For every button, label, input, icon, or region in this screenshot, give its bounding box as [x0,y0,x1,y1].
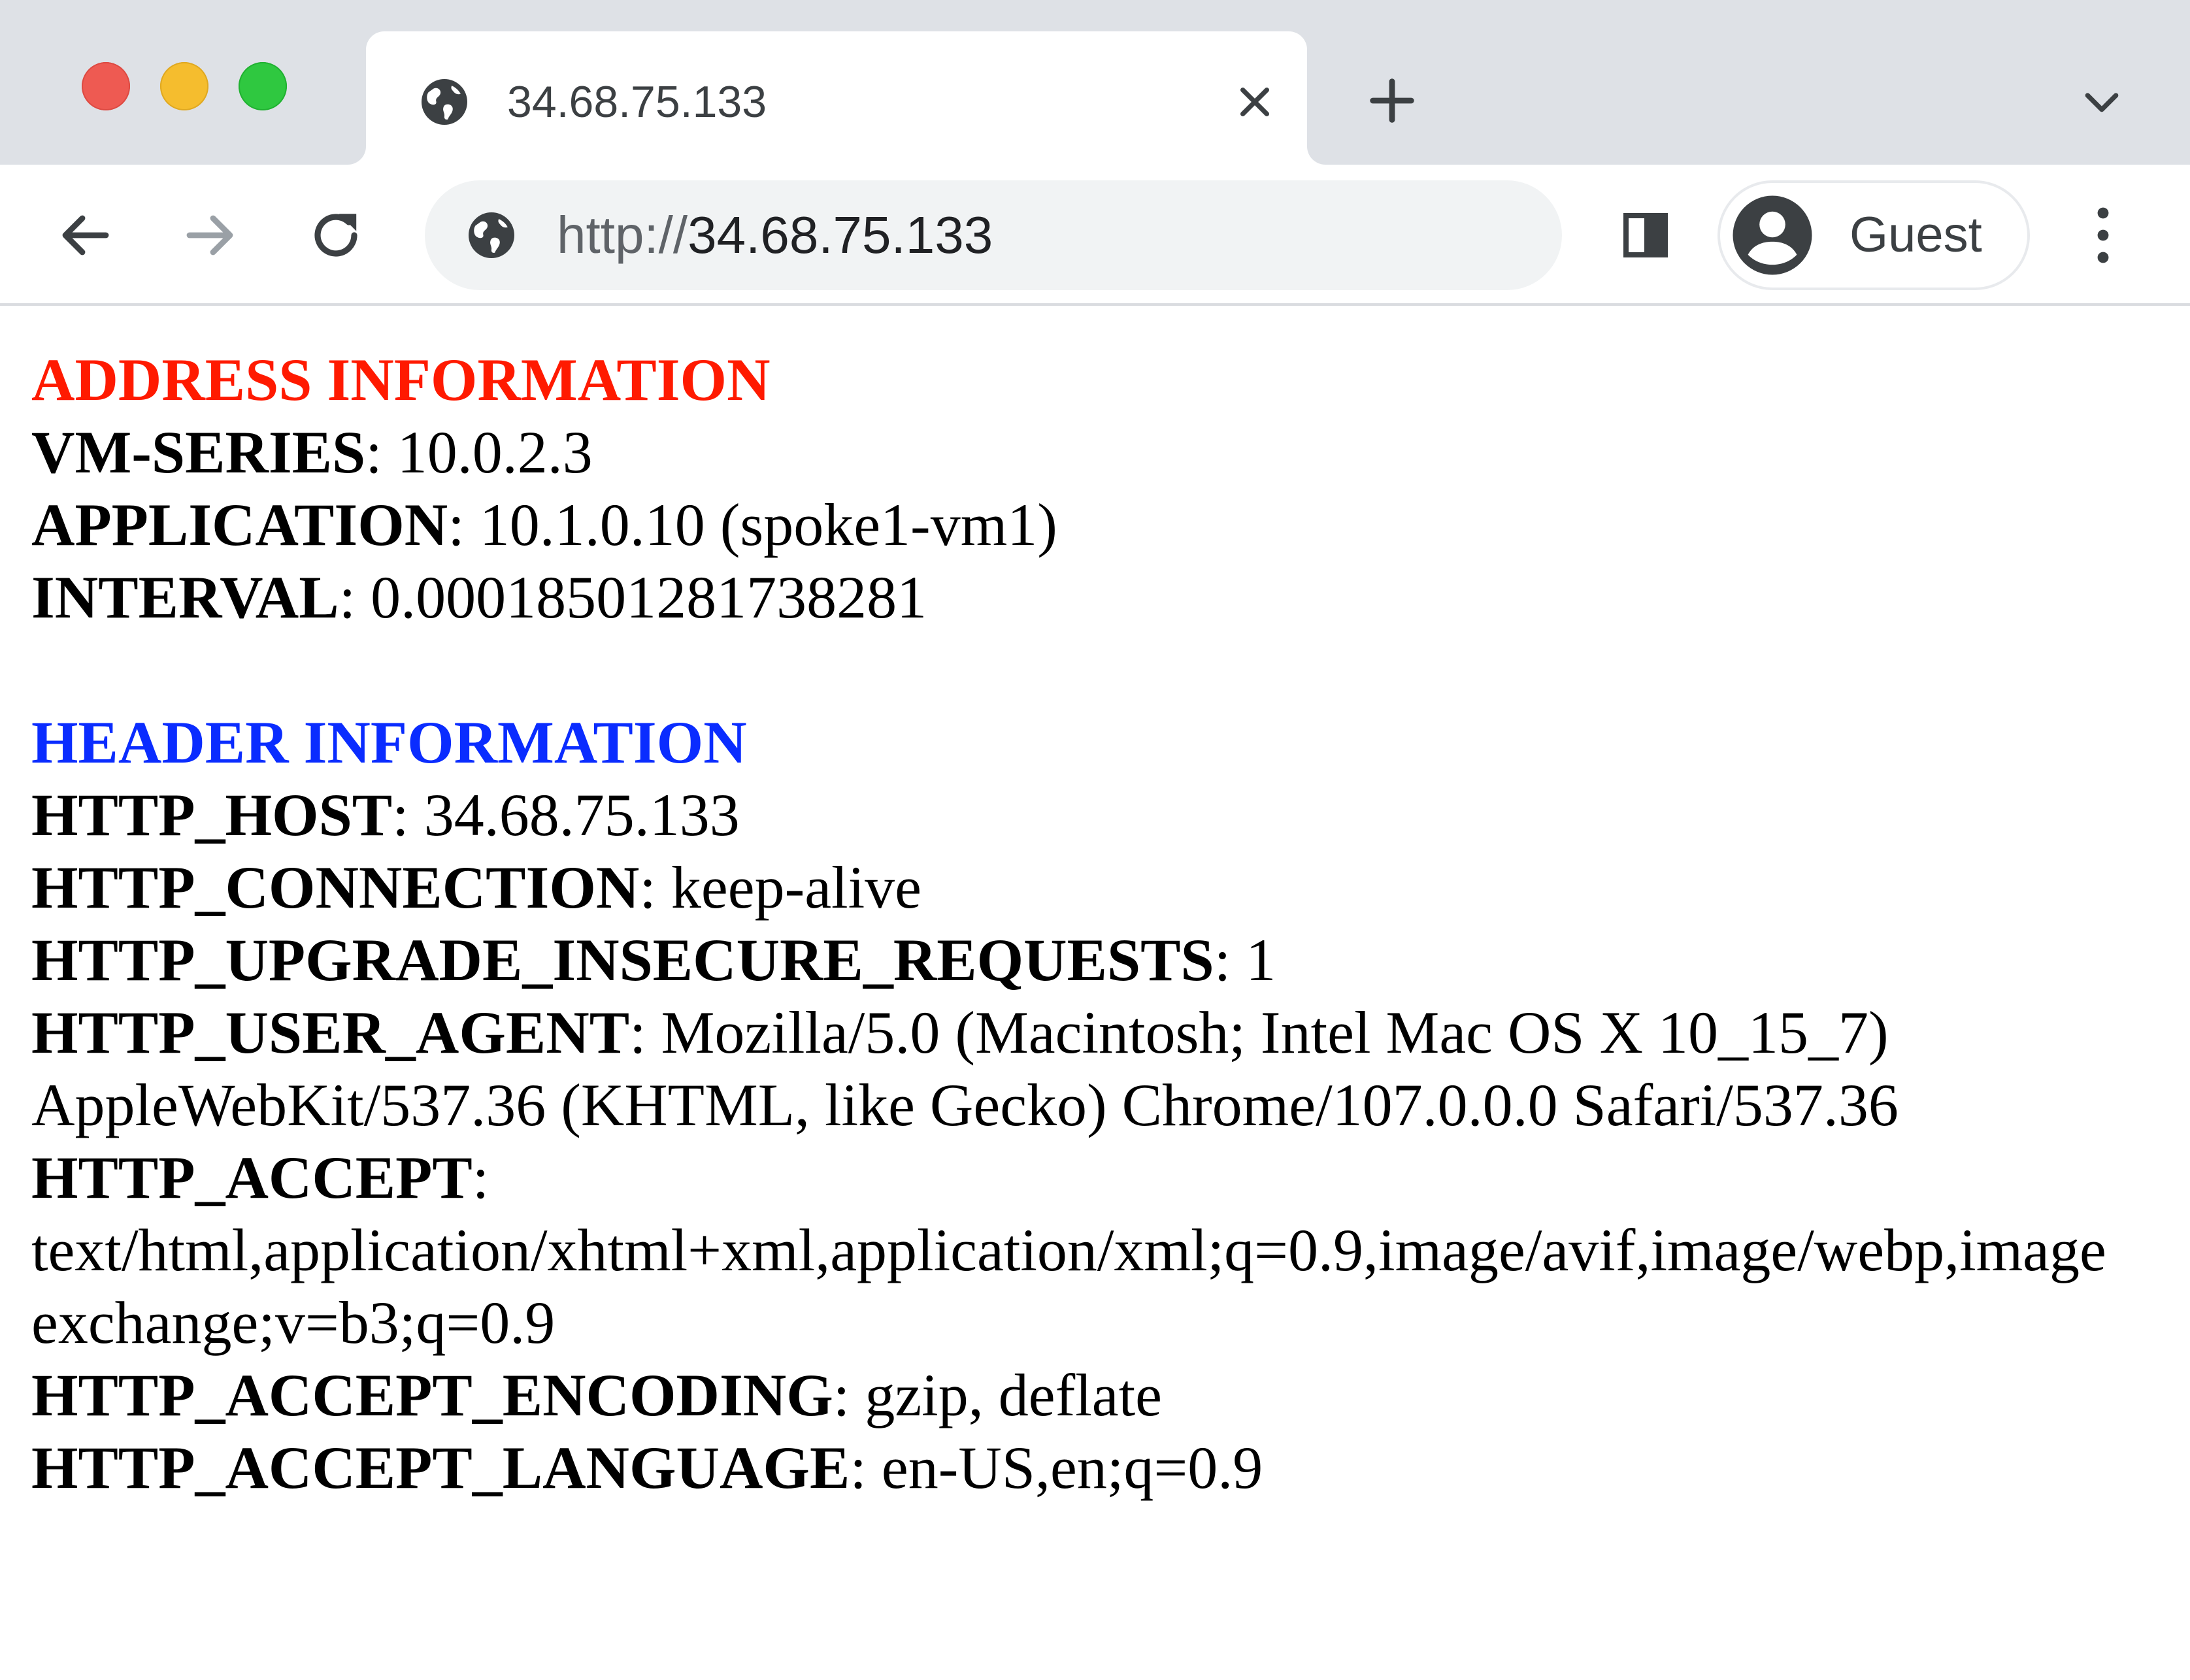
interval-key: INTERVAL [31,564,339,631]
http-accept-value: : [472,1144,489,1211]
http-user-agent-continuation: AppleWebKit/537.36 (KHTML, like Gecko) C… [31,1072,1899,1138]
application-value: : 10.1.0.10 (spoke1-vm1) [448,491,1057,558]
http-accept-encoding-value: : gzip, deflate [833,1362,1162,1428]
vm-series-key: VM-SERIES [31,419,366,486]
browser-window: 34.68.75.133 http://34.68.75.133 Guest A… [0,0,2190,1680]
more-vert-icon[interactable] [2072,200,2134,271]
http-connection-key: HTTP_CONNECTION [31,854,640,921]
http-accept-continuation-2: exchange;v=b3;q=0.9 [31,1289,556,1356]
profile-label: Guest [1850,207,1982,263]
forward-arrow-icon[interactable] [179,204,242,267]
address-bar[interactable]: http://34.68.75.133 [425,180,1562,290]
minimize-window-button[interactable] [160,62,208,110]
tab-title: 34.68.75.133 [507,77,767,127]
account-icon [1733,195,1812,275]
http-upgrade-row: HTTP_UPGRADE_INSECURE_REQUESTS: 1 [31,924,2190,996]
http-host-row: HTTP_HOST: 34.68.75.133 [31,779,2190,851]
url-host: 34.68.75.133 [688,206,993,264]
http-accept-continuation: text/html,application/xhtml+xml,applicat… [31,1217,2106,1283]
http-accept-language-key: HTTP_ACCEPT_LANGUAGE [31,1434,850,1501]
http-accept-language-row: HTTP_ACCEPT_LANGUAGE: en-US,en;q=0.9 [31,1432,2190,1504]
zoom-window-button[interactable] [239,62,287,110]
globe-icon [422,79,467,125]
http-upgrade-key: HTTP_UPGRADE_INSECURE_REQUESTS [31,927,1214,993]
http-accept-key: HTTP_ACCEPT [31,1144,473,1211]
interval-row: INTERVAL: 0.00018501281738281 [31,561,2190,634]
side-panel-icon[interactable] [1614,204,1677,267]
http-connection-value: : keep-alive [639,854,921,921]
http-accept-language-value: : en-US,en;q=0.9 [850,1434,1263,1501]
reload-icon[interactable] [305,204,367,267]
http-accept-row: HTTP_ACCEPT: [31,1142,2190,1214]
interval-value: : 0.00018501281738281 [339,564,927,631]
chevron-down-icon[interactable] [2076,76,2128,128]
http-user-agent-row: HTTP_USER_AGENT: Mozilla/5.0 (Macintosh;… [31,996,2190,1069]
http-accept-encoding-key: HTTP_ACCEPT_ENCODING [31,1362,833,1428]
profile-button[interactable]: Guest [1717,180,2030,290]
http-accept-encoding-row: HTTP_ACCEPT_ENCODING: gzip, deflate [31,1359,2190,1432]
http-user-agent-key: HTTP_USER_AGENT [31,999,630,1066]
application-key: APPLICATION [31,491,448,558]
close-window-button[interactable] [82,62,130,110]
address-section-title: ADDRESS INFORMATION [31,346,771,413]
http-host-key: HTTP_HOST [31,782,393,848]
vm-series-row: VM-SERIES: 10.0.2.3 [31,416,2190,489]
back-arrow-icon[interactable] [54,204,116,267]
globe-icon[interactable] [464,208,519,263]
url-text[interactable]: http://34.68.75.133 [557,201,993,269]
close-icon[interactable] [1229,76,1281,128]
vm-series-value: : 10.0.2.3 [365,419,593,486]
http-host-value: : 34.68.75.133 [392,782,740,848]
browser-toolbar: http://34.68.75.133 Guest [0,165,2190,306]
http-upgrade-value: : 1 [1214,927,1276,993]
plus-icon[interactable] [1363,72,1421,129]
http-user-agent-value: : Mozilla/5.0 (Macintosh; Intel Mac OS X… [629,999,1889,1066]
page-body: ADDRESS INFORMATION VM-SERIES: 10.0.2.3 … [31,344,2190,1504]
active-tab[interactable]: 34.68.75.133 [366,31,1307,165]
header-section-title: HEADER INFORMATION [31,709,747,776]
tab-strip: 34.68.75.133 [0,0,2190,165]
http-connection-row: HTTP_CONNECTION: keep-alive [31,851,2190,924]
page-viewport: ADDRESS INFORMATION VM-SERIES: 10.0.2.3 … [0,306,2190,1680]
url-scheme: http:// [557,206,688,264]
application-row: APPLICATION: 10.1.0.10 (spoke1-vm1) [31,489,2190,561]
